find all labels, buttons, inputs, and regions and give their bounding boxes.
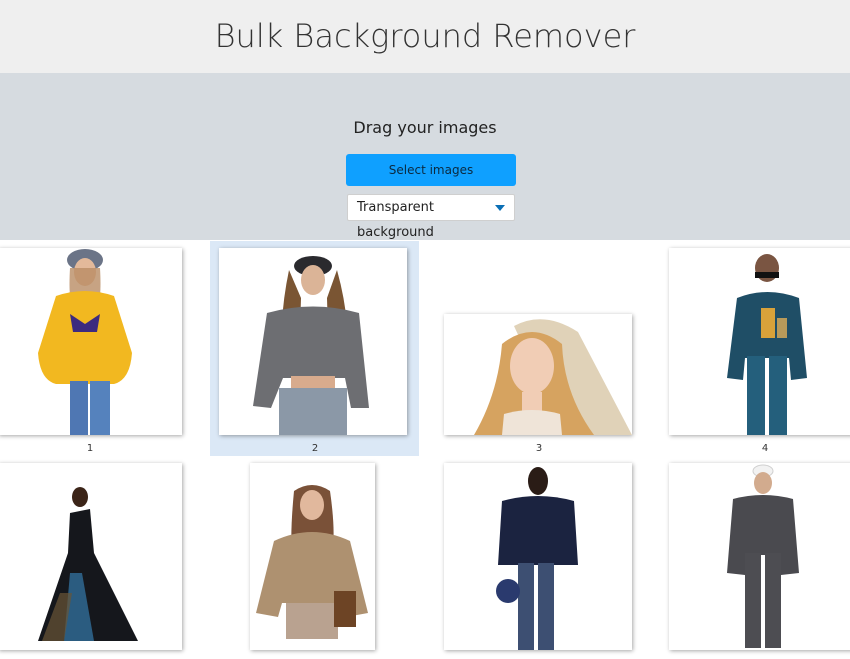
background-dropdown-value: Transparent background [357, 200, 434, 240]
photo-knit-cardigan-model [250, 463, 375, 650]
background-dropdown[interactable]: Transparent background [347, 194, 515, 240]
image-card-5[interactable] [0, 463, 182, 650]
caret-down-icon [495, 205, 505, 211]
image-number-3: 3 [535, 443, 543, 454]
photo-navy-cardigan-model [444, 463, 632, 650]
drop-zone[interactable]: Drag your images Select images Transpare… [0, 73, 850, 240]
page-title: Bulk Background Remover [214, 17, 636, 55]
select-images-button[interactable]: Select images [346, 154, 516, 186]
image-card-6[interactable] [250, 463, 375, 650]
drag-prompt: Drag your images [353, 118, 497, 137]
image-card-8[interactable] [669, 463, 850, 650]
photo-grey-suit-model [669, 463, 850, 650]
photo-grey-sweater-model [219, 248, 407, 435]
photo-colorblock-suit-model [669, 248, 850, 435]
photo-black-gown-model [0, 463, 182, 650]
photo-yellow-sweatshirt-model [0, 248, 182, 435]
app-header: Bulk Background Remover [0, 0, 850, 73]
image-number-1: 1 [86, 443, 94, 454]
image-card-2[interactable] [219, 248, 407, 435]
image-card-1[interactable] [0, 248, 182, 435]
image-number-2: 2 [311, 443, 319, 454]
image-card-7[interactable] [444, 463, 632, 650]
image-number-4: 4 [761, 443, 769, 454]
photo-bride-with-veil [444, 314, 632, 435]
image-card-3[interactable] [444, 314, 632, 435]
image-card-4[interactable] [669, 248, 850, 435]
